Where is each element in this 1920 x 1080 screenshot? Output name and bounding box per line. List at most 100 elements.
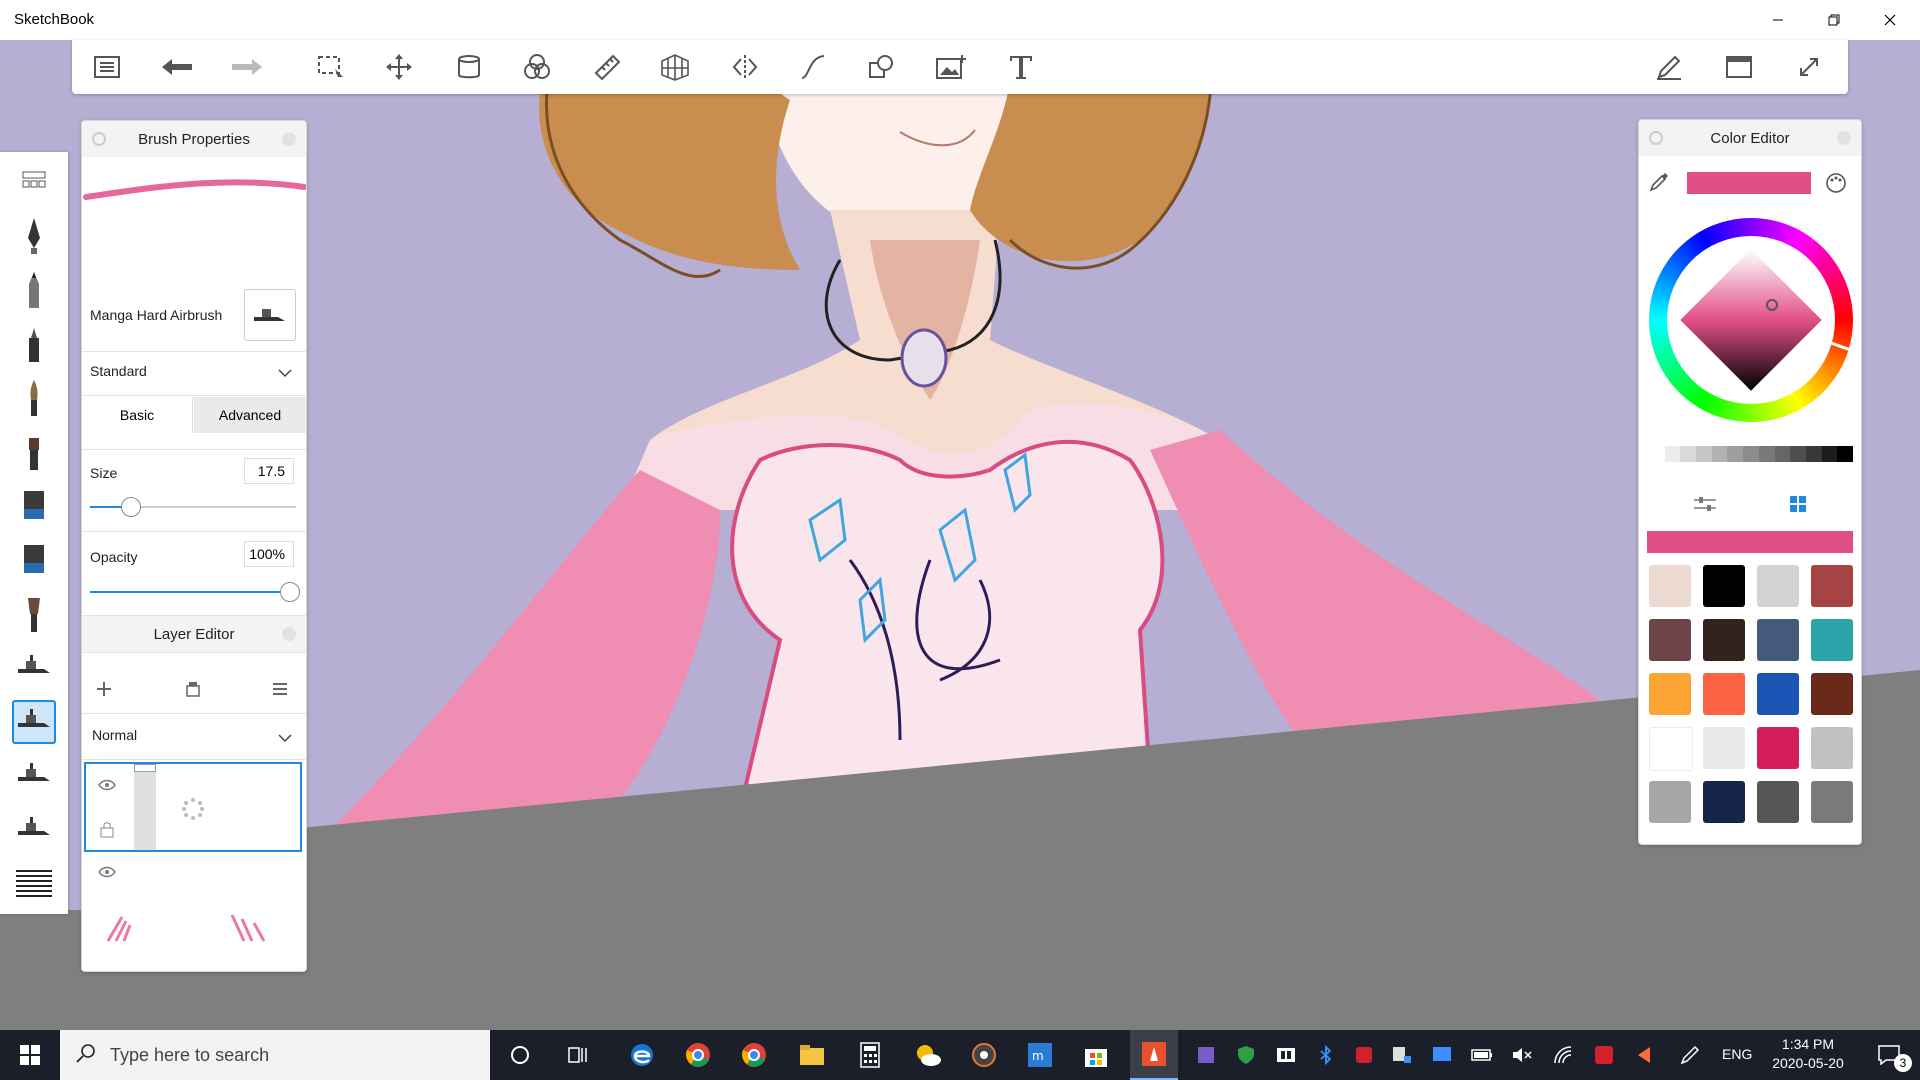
gray-swatch[interactable] <box>1837 446 1853 462</box>
pen-nib-icon[interactable] <box>12 214 56 258</box>
color-swatch[interactable] <box>1649 727 1693 771</box>
menu-list-icon[interactable] <box>88 48 126 86</box>
media-player-icon[interactable] <box>960 1030 1008 1080</box>
microsoft-store-icon[interactable] <box>1072 1030 1120 1080</box>
pencil-brush-icon[interactable] <box>12 268 56 312</box>
size-value-field[interactable]: 17.5 <box>244 458 294 484</box>
gray-swatch[interactable] <box>1774 446 1791 462</box>
brush-thumbnail[interactable] <box>244 289 296 341</box>
color-panel-collapse-icon[interactable] <box>1649 131 1663 145</box>
more-brushes-icon[interactable] <box>12 862 56 906</box>
opacity-value-field[interactable]: 100% <box>244 541 294 567</box>
gray-swatch[interactable] <box>1743 446 1759 462</box>
layer-opacity-handle[interactable] <box>134 764 156 772</box>
flat-brush-icon[interactable] <box>12 430 56 474</box>
gray-swatch[interactable] <box>1664 446 1681 462</box>
gray-swatch[interactable] <box>1805 446 1822 462</box>
color-swatch[interactable] <box>1703 565 1745 607</box>
layer-visibility-eye-icon-2[interactable] <box>98 865 116 883</box>
gray-swatch[interactable] <box>1758 446 1775 462</box>
perspective-grid-icon[interactable] <box>656 48 694 86</box>
marker-brush-icon[interactable] <box>12 322 56 366</box>
cortana-icon[interactable] <box>496 1030 544 1080</box>
color-swatch[interactable] <box>1757 619 1799 661</box>
ruler-icon[interactable] <box>588 48 626 86</box>
window-layout-icon[interactable] <box>1720 48 1758 86</box>
sliders-view-icon[interactable] <box>1693 495 1717 518</box>
close-button[interactable] <box>1862 0 1918 40</box>
redo-icon[interactable] <box>228 48 266 86</box>
gray-swatch[interactable] <box>1711 446 1728 462</box>
task-view-icon[interactable] <box>554 1030 602 1080</box>
transform-move-icon[interactable] <box>380 48 418 86</box>
manga-hard-airbrush-icon[interactable] <box>12 700 56 744</box>
color-swatch[interactable] <box>1757 565 1799 607</box>
tray-red-app-icon[interactable] <box>1346 1030 1382 1080</box>
color-swatch[interactable] <box>1811 619 1853 661</box>
tray-app-2-icon[interactable] <box>1268 1030 1304 1080</box>
chrome-icon[interactable] <box>674 1030 722 1080</box>
color-swatch[interactable] <box>1811 781 1853 823</box>
notification-center-icon[interactable]: 3 <box>1864 1030 1914 1080</box>
tray-app-1-icon[interactable] <box>1188 1030 1224 1080</box>
gray-swatch[interactable] <box>1696 446 1712 462</box>
chrome-icon-2[interactable] <box>730 1030 778 1080</box>
blend-chevron-down-icon[interactable] <box>278 730 292 748</box>
brush-pen-icon[interactable] <box>1650 48 1688 86</box>
gray-swatch[interactable] <box>1727 446 1744 462</box>
layer-stack-icon[interactable] <box>185 680 201 703</box>
gray-swatch[interactable] <box>1649 446 1665 462</box>
layer-lock-icon[interactable] <box>100 822 114 843</box>
text-tool-icon[interactable] <box>1002 48 1040 86</box>
layer-item-active[interactable] <box>84 762 302 852</box>
fill-bucket-icon[interactable] <box>450 48 488 86</box>
color-picker-handle[interactable] <box>1766 299 1778 311</box>
security-shield-icon[interactable] <box>1228 1030 1264 1080</box>
selected-color-bar[interactable] <box>1647 531 1853 553</box>
color-swatch[interactable] <box>1757 781 1799 823</box>
file-explorer-icon[interactable] <box>788 1030 836 1080</box>
layer-item[interactable] <box>84 855 302 951</box>
symmetry-icon[interactable] <box>726 48 764 86</box>
color-swatch[interactable] <box>1649 565 1691 607</box>
texture-brush-icon[interactable] <box>12 484 56 528</box>
size-slider-thumb[interactable] <box>121 497 142 517</box>
minimize-button[interactable] <box>1750 0 1806 40</box>
gray-swatch[interactable] <box>1821 446 1838 462</box>
color-swatch[interactable] <box>1649 781 1691 823</box>
color-swatch[interactable] <box>1703 727 1745 769</box>
color-swatch[interactable] <box>1757 673 1799 715</box>
bristle-brush-icon[interactable] <box>12 592 56 636</box>
airbrush-icon[interactable] <box>12 646 56 690</box>
language-indicator[interactable]: ENG <box>1722 1046 1752 1062</box>
gray-swatch[interactable] <box>1790 446 1806 462</box>
current-color-swatch[interactable] <box>1687 172 1811 194</box>
brush-library-icon[interactable] <box>12 158 56 202</box>
color-swatch[interactable] <box>1811 565 1853 607</box>
panel-collapse-icon[interactable] <box>92 132 106 146</box>
layer-pin-icon[interactable] <box>282 627 296 641</box>
tray-app-4-icon[interactable] <box>1424 1030 1460 1080</box>
windows-start-icon[interactable] <box>6 1030 54 1080</box>
color-swatch[interactable] <box>1703 673 1745 715</box>
paint-brush-icon[interactable] <box>12 376 56 420</box>
eyedropper-icon[interactable] <box>1649 172 1669 197</box>
selection-icon[interactable] <box>312 48 350 86</box>
network-icon[interactable] <box>1546 1030 1582 1080</box>
fullscreen-icon[interactable] <box>1790 48 1828 86</box>
texture-brush-2-icon[interactable] <box>12 538 56 582</box>
airbrush-fine-icon[interactable] <box>12 808 56 852</box>
color-panel-pin-icon[interactable] <box>1837 131 1851 145</box>
gray-swatch[interactable] <box>1680 446 1697 462</box>
color-swatch[interactable] <box>1703 781 1745 823</box>
layer-opacity-strip[interactable] <box>134 764 156 850</box>
tab-basic[interactable]: Basic <box>82 397 193 433</box>
chevron-down-icon[interactable] <box>278 365 292 383</box>
layer-menu-icon[interactable] <box>272 682 288 701</box>
bluetooth-icon[interactable] <box>1308 1030 1344 1080</box>
calculator-icon[interactable] <box>846 1030 894 1080</box>
tray-red-icon-2[interactable] <box>1586 1030 1622 1080</box>
add-layer-icon[interactable] <box>96 681 112 702</box>
tray-app-3-icon[interactable] <box>1384 1030 1420 1080</box>
color-swatch[interactable] <box>1811 673 1853 715</box>
